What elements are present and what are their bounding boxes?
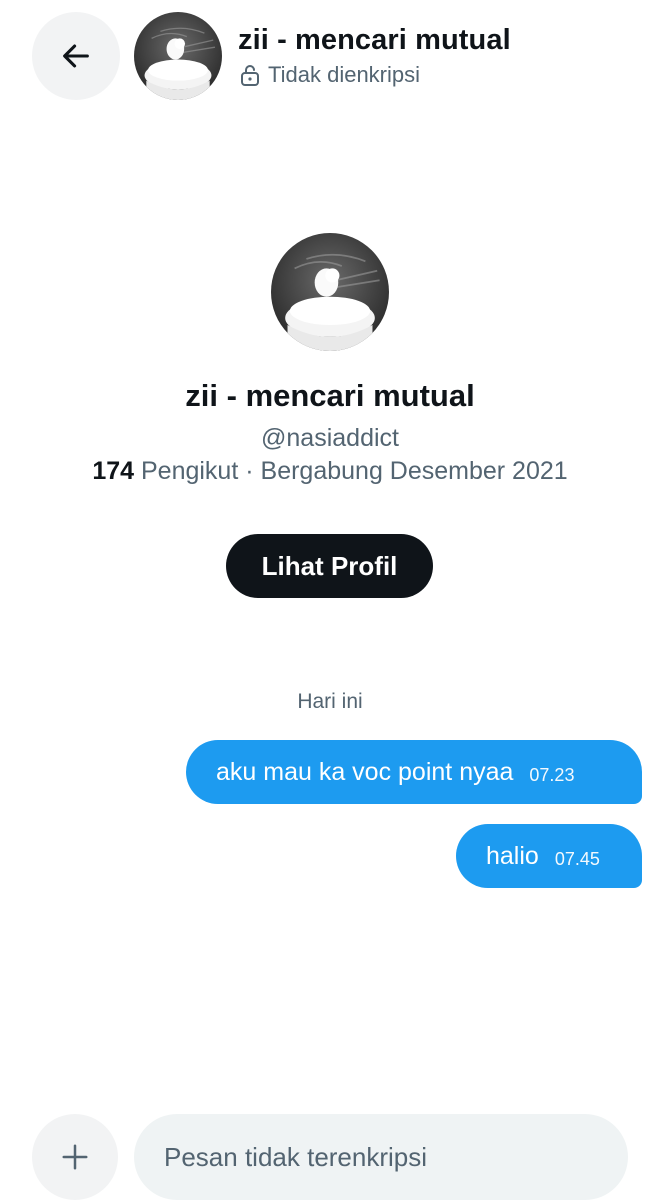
followers-count: 174: [92, 457, 135, 485]
followers-label: Pengikut: [140, 457, 239, 485]
encryption-status-label: Tidak dienkripsi: [268, 62, 421, 87]
message-timestamp: 07.23: [529, 764, 575, 785]
message-bubble[interactable]: aku mau ka voc point nyaa 07.23: [186, 740, 642, 804]
rice-avatar-image: [271, 233, 389, 351]
plus-icon: [62, 1144, 88, 1170]
message-bubble[interactable]: halio 07.45: [456, 824, 642, 888]
joined-date: Bergabung Desember 2021: [260, 457, 568, 485]
rice-avatar-image: [134, 12, 222, 100]
dm-conversation-screen: zii - mencari mutual Tidak dienkripsi zi…: [0, 0, 660, 1200]
message-text: aku mau ka voc point nyaa: [216, 757, 514, 786]
unlocked-lock-icon: [241, 65, 259, 86]
add-attachment-button[interactable]: [32, 1114, 118, 1200]
meta-separator: ·: [245, 457, 254, 485]
message-text: halio: [486, 841, 539, 870]
message-input[interactable]: [134, 1114, 628, 1200]
profile-meta: 174 Pengikut · Bergabung Desember 2021: [0, 457, 660, 486]
profile-name: zii - mencari mutual: [185, 378, 475, 413]
profile-handle: @nasiaddict: [261, 424, 399, 452]
conversation-title: zii - mencari mutual: [238, 24, 511, 56]
message-timestamp: 07.45: [554, 848, 600, 869]
encryption-status: Tidak dienkripsi: [240, 62, 420, 88]
profile-avatar[interactable]: [271, 233, 389, 351]
view-profile-button[interactable]: Lihat Profil: [226, 534, 433, 598]
date-divider: Hari ini: [297, 690, 363, 713]
back-button[interactable]: [32, 12, 120, 100]
arrow-left-icon: [63, 44, 89, 68]
header-avatar[interactable]: [134, 12, 222, 100]
